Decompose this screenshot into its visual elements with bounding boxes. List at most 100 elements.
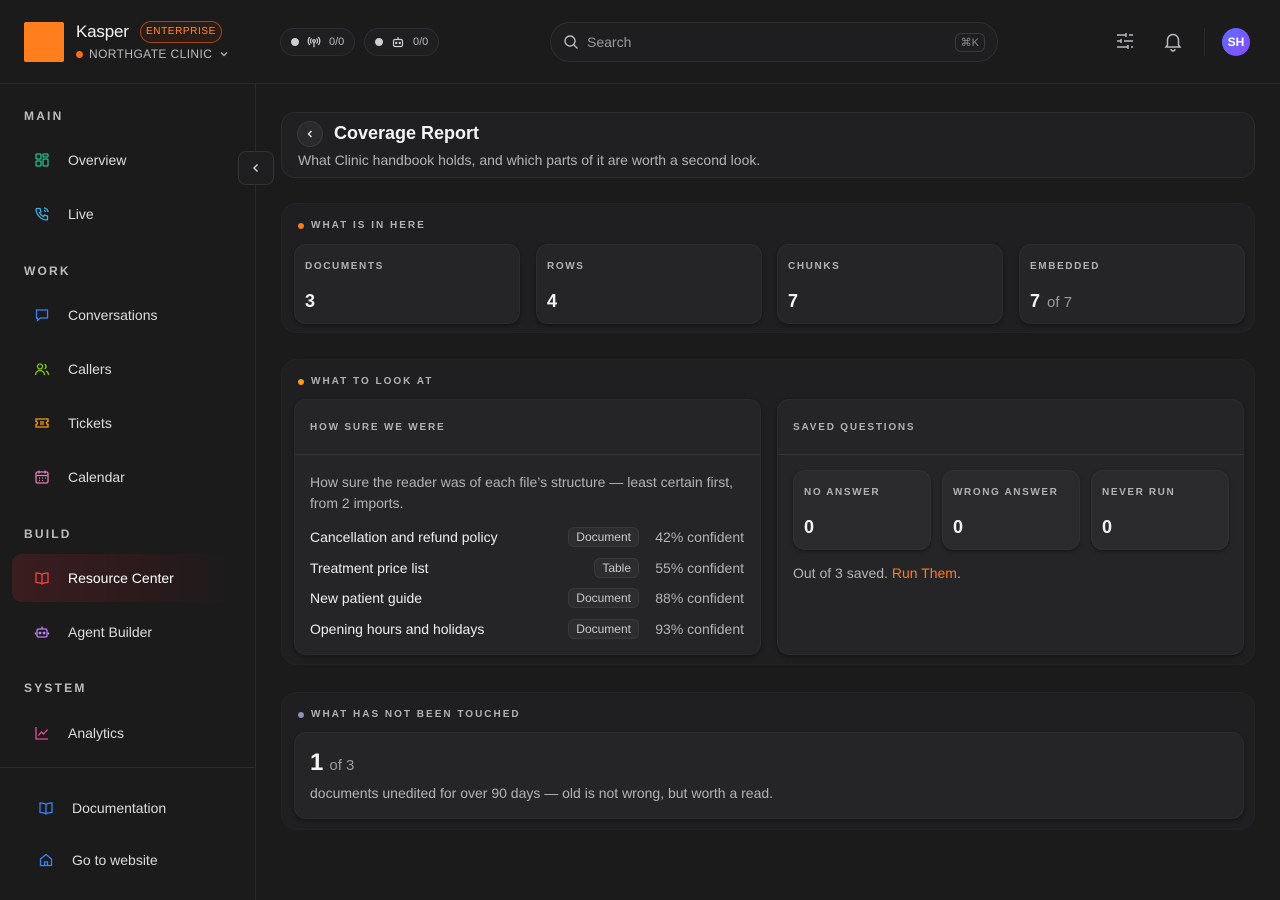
untouched-value: 1 of 3 bbox=[310, 749, 354, 777]
stat-wrong-answer: WRONG ANSWER 0 bbox=[942, 470, 1080, 550]
live-calls-count: 0/0 bbox=[329, 36, 345, 48]
users-icon bbox=[34, 363, 50, 376]
page-subtitle: What Clinic handbook holds, and which pa… bbox=[298, 152, 761, 168]
stat-value: 3 bbox=[305, 291, 315, 312]
card-divider bbox=[778, 454, 1243, 455]
sidebar-item-label: Tickets bbox=[68, 415, 112, 431]
search-input[interactable] bbox=[587, 34, 955, 50]
notifications-button[interactable] bbox=[1162, 30, 1184, 52]
saved-note-text: Out of 3 saved. bbox=[793, 565, 888, 581]
sidebar-item-live[interactable]: Live bbox=[12, 190, 234, 238]
search-icon bbox=[564, 35, 578, 49]
untouched-count: 1 bbox=[310, 749, 324, 776]
stat-value: 0 bbox=[953, 517, 964, 537]
back-button[interactable] bbox=[297, 121, 323, 147]
grid-icon bbox=[35, 153, 49, 167]
saved-note: Out of 3 saved. Run Them. bbox=[793, 565, 961, 581]
sidebar-item-label: Callers bbox=[68, 361, 112, 377]
stat-value: 7 of 7 bbox=[1030, 291, 1072, 312]
search-bar[interactable]: ⌘K bbox=[550, 22, 998, 62]
untouched-section: WHAT HAS NOT BEEN TOUCHED 1 of 3 documen… bbox=[281, 692, 1255, 830]
live-calls-pill[interactable]: 0/0 bbox=[280, 28, 356, 56]
section-label-work: WORK bbox=[24, 264, 71, 278]
card-title: SAVED QUESTIONS bbox=[793, 422, 916, 433]
stat-value: 4 bbox=[547, 291, 557, 312]
section-dot bbox=[298, 711, 304, 718]
sidebar-item-resource-center[interactable]: Resource Center bbox=[12, 554, 234, 602]
ticket-icon bbox=[35, 418, 49, 428]
stat-documents: DOCUMENTS 3 bbox=[294, 244, 520, 324]
stat-value: 0 bbox=[1102, 517, 1113, 537]
stat-number: 7 bbox=[788, 291, 799, 311]
look-at-section: WHAT TO LOOK AT HOW SURE WE WERE How sur… bbox=[281, 359, 1255, 665]
sidebar-item-calendar[interactable]: Calendar bbox=[12, 453, 234, 501]
book-open-icon bbox=[39, 802, 53, 815]
stat-embedded: EMBEDDED 7 of 7 bbox=[1019, 244, 1245, 324]
chevron-down-icon bbox=[220, 52, 228, 57]
sidebar-item-go-to-website[interactable]: Go to website bbox=[16, 836, 238, 884]
sidebar-item-tickets[interactable]: Tickets bbox=[12, 399, 234, 447]
run-them-link[interactable]: Run Them bbox=[892, 565, 957, 581]
status-dot bbox=[375, 38, 383, 46]
confidence-row[interactable]: Cancellation and refund policy Document … bbox=[310, 525, 744, 549]
confidence-value: 55% confident bbox=[655, 560, 744, 576]
top-header: Kasper ENTERPRISE NORTHGATE CLINIC 0/0 0… bbox=[0, 0, 1280, 84]
sidebar-item-agent-builder[interactable]: Agent Builder bbox=[12, 608, 234, 656]
confidence-row[interactable]: Treatment price list Table 55% confident bbox=[310, 556, 744, 580]
card-divider bbox=[295, 454, 760, 455]
confidence-row[interactable]: New patient guide Document 88% confident bbox=[310, 586, 744, 610]
org-status-dot bbox=[76, 50, 83, 58]
org-switcher[interactable]: NORTHGATE CLINIC bbox=[76, 47, 230, 61]
org-name: NORTHGATE CLINIC bbox=[89, 47, 213, 61]
sidebar-item-label: Go to website bbox=[72, 852, 158, 868]
stat-no-answer: NO ANSWER 0 bbox=[793, 470, 931, 550]
brand-logo[interactable] bbox=[24, 22, 64, 62]
collapse-sidebar-button[interactable] bbox=[238, 151, 274, 185]
section-dot bbox=[298, 222, 304, 229]
sidebar: MAIN Overview Live WORK Conversations Ca… bbox=[0, 84, 274, 900]
type-badge: Document bbox=[568, 619, 639, 639]
stat-label: DOCUMENTS bbox=[305, 261, 384, 272]
chevron-left-icon bbox=[307, 130, 313, 138]
stat-label: NEVER RUN bbox=[1102, 487, 1176, 498]
section-heading-text: WHAT TO LOOK AT bbox=[311, 376, 434, 387]
sidebar-item-label: Analytics bbox=[68, 725, 125, 741]
sidebar-item-analytics[interactable]: Analytics bbox=[12, 709, 234, 757]
saved-note-suffix: . bbox=[956, 565, 961, 581]
section-label-main: MAIN bbox=[24, 109, 64, 123]
confidence-value: 42% confident bbox=[655, 529, 744, 545]
bot-icon bbox=[34, 626, 50, 638]
document-name: Cancellation and refund policy bbox=[310, 529, 498, 545]
section-heading-text: WHAT IS IN HERE bbox=[311, 220, 426, 231]
avatar[interactable]: SH bbox=[1222, 28, 1250, 56]
chart-icon bbox=[35, 727, 48, 740]
status-dot bbox=[291, 38, 299, 46]
brand-name: Kasper bbox=[76, 22, 129, 41]
sidebar-item-label: Calendar bbox=[68, 469, 125, 485]
sidebar-item-documentation[interactable]: Documentation bbox=[16, 784, 238, 832]
card-title: HOW SURE WE WERE bbox=[310, 422, 446, 433]
sliders-icon bbox=[1117, 33, 1133, 49]
section-heading: WHAT IS IN HERE bbox=[298, 220, 426, 231]
sidebar-item-label: Conversations bbox=[68, 307, 158, 323]
type-badge: Table bbox=[594, 558, 639, 578]
calendar-icon bbox=[35, 470, 49, 484]
agents-pill[interactable]: 0/0 bbox=[364, 28, 440, 56]
home-icon bbox=[39, 853, 53, 867]
filters-button[interactable] bbox=[1114, 30, 1136, 52]
section-label-build: BUILD bbox=[24, 527, 72, 541]
stat-suffix: of 7 bbox=[1047, 294, 1073, 311]
untouched-total: of 3 bbox=[329, 757, 355, 774]
section-label-system: SYSTEM bbox=[24, 681, 87, 695]
sidebar-item-overview[interactable]: Overview bbox=[12, 136, 234, 184]
sidebar-item-label: Agent Builder bbox=[68, 624, 153, 640]
stat-rows: ROWS 4 bbox=[536, 244, 762, 324]
confidence-row[interactable]: Opening hours and holidays Document 93% … bbox=[310, 617, 744, 641]
stat-never-run: NEVER RUN 0 bbox=[1091, 470, 1229, 550]
sidebar-item-callers[interactable]: Callers bbox=[12, 345, 234, 393]
sidebar-item-label: Overview bbox=[68, 152, 127, 168]
stat-label: NO ANSWER bbox=[804, 487, 881, 498]
inventory-section: WHAT IS IN HERE DOCUMENTS 3 ROWS 4 CHUNK… bbox=[281, 203, 1255, 333]
page-title: Coverage Report bbox=[334, 123, 480, 143]
sidebar-item-conversations[interactable]: Conversations bbox=[12, 291, 234, 339]
